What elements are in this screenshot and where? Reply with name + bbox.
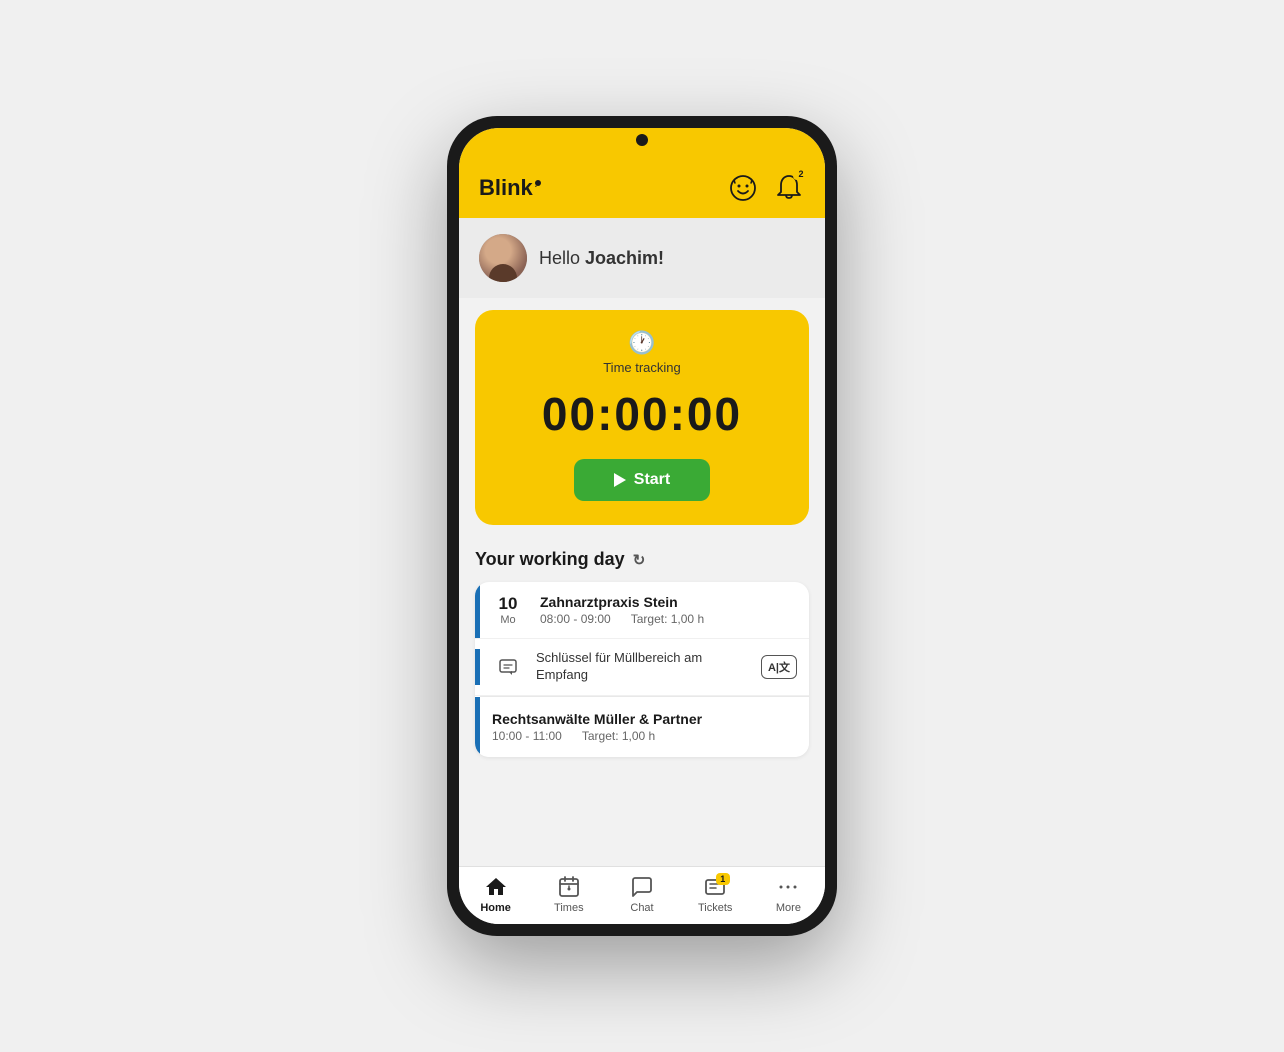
play-icon	[614, 473, 626, 487]
schedule-card: 10 Mo Zahnarztpraxis Stein 08:00 - 09:00…	[475, 582, 809, 757]
tickets-badge: 1	[716, 873, 730, 885]
phone-frame: Blink.	[447, 116, 837, 936]
header-icons: 2	[727, 172, 805, 204]
phone-screen: Blink.	[459, 128, 825, 924]
refresh-icon[interactable]: ↻	[633, 551, 646, 569]
status-bar	[459, 128, 825, 164]
message-subitem-bar	[475, 649, 480, 685]
spacer	[475, 757, 809, 773]
nav-times-label: Times	[554, 902, 584, 914]
message-subitem: Schlüssel für Müllbereich am Empfang A|文	[475, 639, 809, 696]
nav-times[interactable]: Times	[532, 875, 605, 914]
schedule-title-2: Rechtsanwälte Müller & Partner	[492, 711, 797, 727]
nav-home[interactable]: Home	[459, 875, 532, 914]
home-icon	[484, 875, 508, 899]
working-day-title: Your working day ↻	[475, 549, 809, 570]
nav-home-label: Home	[480, 902, 511, 914]
nav-more-label: More	[776, 902, 801, 914]
more-icon	[776, 875, 800, 899]
nav-chat[interactable]: Chat	[605, 875, 678, 914]
chat-icon	[630, 875, 654, 899]
date-number: 10	[499, 594, 518, 614]
user-avatar	[479, 234, 527, 282]
schedule-time-2: 10:00 - 11:00 Target: 1,00 h	[492, 729, 797, 743]
nav-tickets-label: Tickets	[698, 902, 732, 914]
nav-more[interactable]: More	[752, 875, 825, 914]
schedule-time-1: 08:00 - 09:00 Target: 1,00 h	[540, 612, 801, 626]
main-content: Hello Joachim! 🕐 Time tracking 00:00:00 …	[459, 218, 825, 866]
user-name: Joachim!	[585, 248, 664, 268]
time-tracking-card: 🕐 Time tracking 00:00:00 Start	[475, 310, 809, 525]
schedule-item-1: 10 Mo Zahnarztpraxis Stein 08:00 - 09:00…	[475, 582, 809, 639]
message-icon	[490, 649, 526, 685]
date-badge: 10 Mo	[480, 582, 536, 638]
clock-icon: 🕐	[491, 330, 793, 356]
app-logo: Blink.	[479, 175, 541, 201]
schedule-info-2: Rechtsanwälte Müller & Partner 10:00 - 1…	[480, 697, 809, 757]
bell-icon[interactable]: 2	[773, 172, 805, 204]
schedule-item-2: Rechtsanwälte Müller & Partner 10:00 - 1…	[475, 697, 809, 757]
schedule-title-1: Zahnarztpraxis Stein	[540, 594, 801, 610]
time-tracking-label: Time tracking	[491, 360, 793, 375]
schedule-info-1: Zahnarztpraxis Stein 08:00 - 09:00 Targe…	[536, 582, 809, 638]
greeting-section: Hello Joachim!	[459, 218, 825, 298]
nav-tickets[interactable]: 1 Tickets	[679, 875, 752, 914]
bottom-nav: Home Times Chat	[459, 866, 825, 924]
working-day-section: Your working day ↻ 10 Mo Zahnarztpraxis …	[459, 537, 825, 781]
notification-badge: 2	[793, 168, 809, 180]
greeting-text: Hello Joachim!	[539, 248, 664, 269]
app-header: Blink.	[459, 164, 825, 218]
translate-badge[interactable]: A|文	[761, 655, 797, 679]
time-display: 00:00:00	[491, 387, 793, 441]
start-button[interactable]: Start	[574, 459, 710, 501]
smiley-icon[interactable]	[727, 172, 759, 204]
message-text: Schlüssel für Müllbereich am Empfang	[536, 650, 751, 684]
nav-chat-label: Chat	[630, 902, 653, 914]
date-day: Mo	[500, 614, 515, 626]
camera-notch	[636, 134, 648, 146]
times-icon	[557, 875, 581, 899]
